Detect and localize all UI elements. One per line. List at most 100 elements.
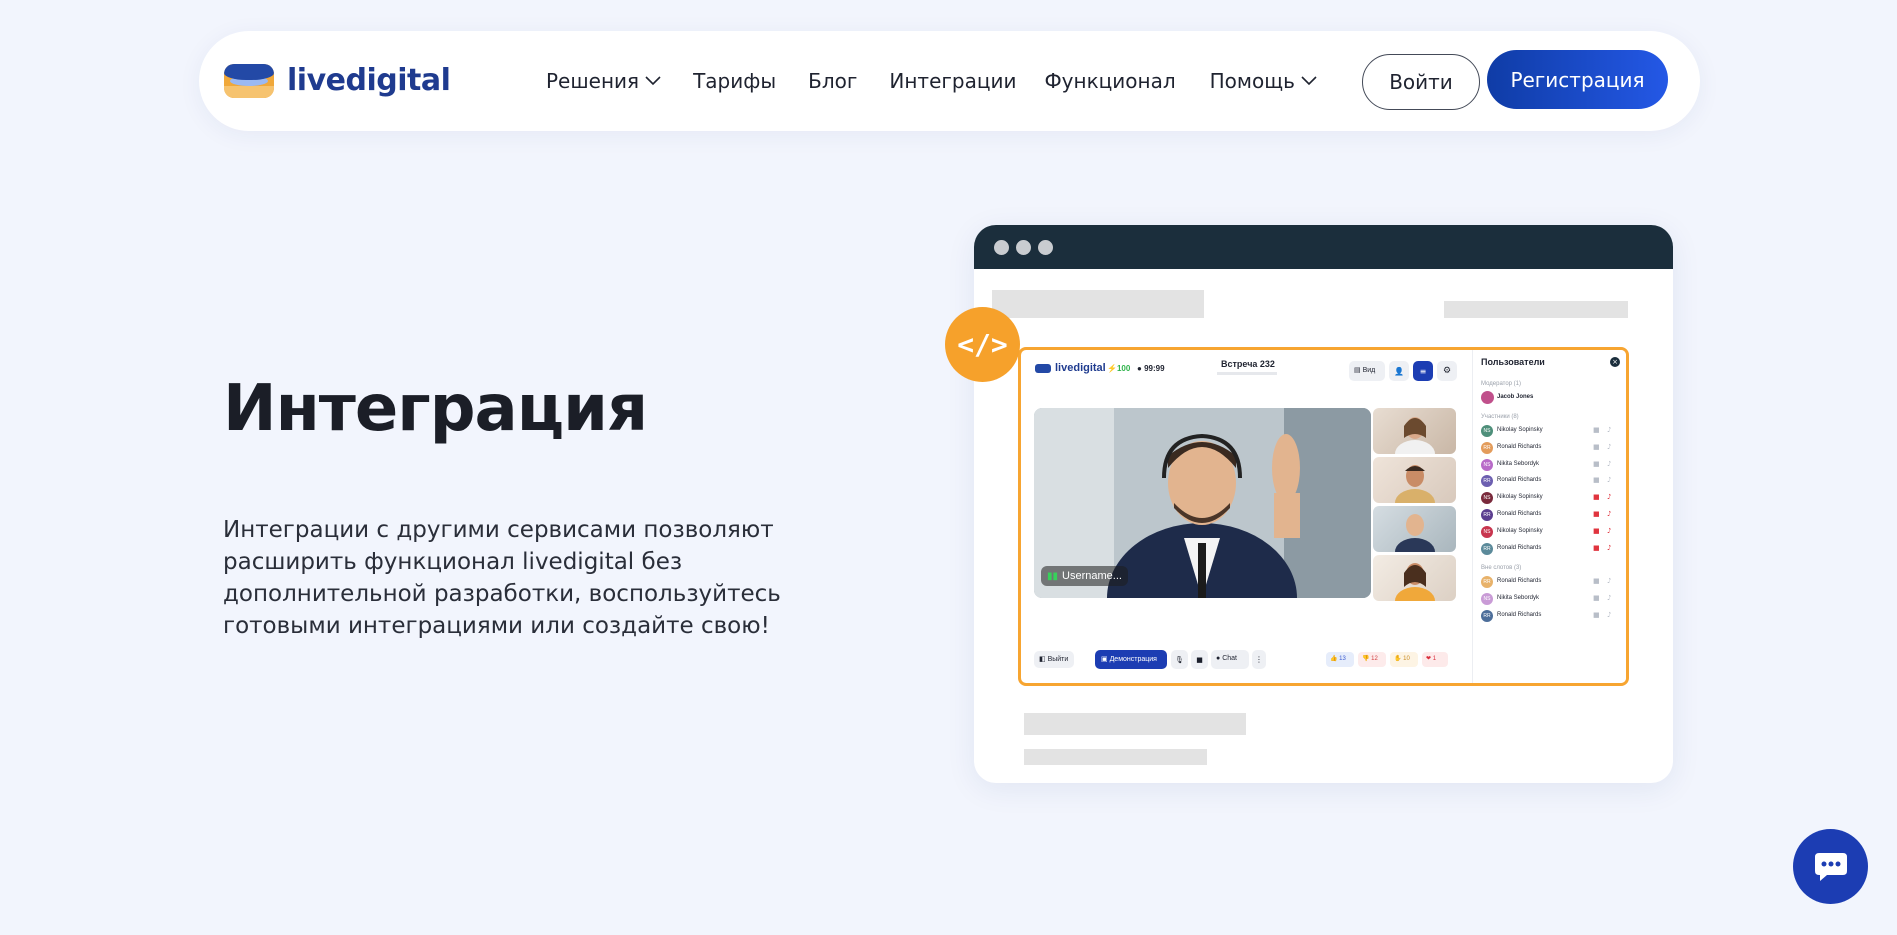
microphone-icon[interactable]: ♪ [1607, 476, 1611, 484]
participant-name: Ronald Richards [1497, 544, 1542, 551]
nav-item-solutions[interactable]: Решения [546, 69, 661, 93]
camera-icon[interactable]: ■ [1593, 594, 1600, 602]
meeting-title: Встреча 232 [1221, 359, 1275, 369]
reaction-count: 13 [1339, 656, 1346, 662]
screen-share-button[interactable]: ▣ Демонстрация [1095, 650, 1167, 669]
main-video-tile[interactable]: ▮▮ Username... [1034, 408, 1371, 598]
nav-item-help[interactable]: Помощь [1210, 69, 1317, 93]
chat-widget-button[interactable] [1793, 829, 1868, 904]
microphone-icon[interactable]: ♪ [1607, 527, 1611, 535]
nav-item-label: Помощь [1209, 69, 1295, 93]
camera-icon[interactable]: ■ [1593, 611, 1600, 619]
chat-button[interactable]: ● Chat [1211, 650, 1249, 669]
avatar: RR [1481, 509, 1493, 521]
participant-row[interactable]: NS Nikolay Sopinsky ■ ♪ [1473, 425, 1626, 439]
participant-video-tile[interactable] [1373, 555, 1456, 601]
participant-row[interactable]: NS Nikolay Sopinsky ■ ♪ [1473, 492, 1626, 506]
avatar: NS [1481, 425, 1493, 437]
participant-name: Ronald Richards [1497, 611, 1542, 618]
camera-icon[interactable]: ■ [1191, 650, 1208, 669]
moderator-section-label: Модератор (1) [1481, 381, 1522, 387]
participant-name: Ronald Richards [1497, 511, 1542, 517]
reaction-heart[interactable]: ❤ 1 [1422, 652, 1448, 667]
camera-icon[interactable]: ■ [1593, 527, 1600, 535]
microphone-icon[interactable]: ♪ [1607, 544, 1611, 552]
nav-item-label: Интеграции [889, 69, 1017, 93]
exit-label: Выйти [1047, 656, 1069, 663]
reaction-like[interactable]: 👍 13 [1326, 652, 1354, 667]
more-icon[interactable]: ⋮ [1252, 650, 1266, 669]
microphone-icon[interactable]: 🎙 [1171, 650, 1188, 669]
avatar: NS [1481, 592, 1493, 605]
participant-row[interactable]: RR Ronald Richards ■ ♪ [1473, 441, 1626, 456]
layers-icon[interactable]: ≡ [1413, 361, 1433, 381]
participant-image [1395, 514, 1435, 552]
register-button[interactable]: Регистрация [1487, 50, 1668, 109]
camera-icon[interactable]: ■ [1593, 460, 1600, 468]
avatar: RR [1481, 609, 1493, 622]
participant-row[interactable]: RR Ronald Richards ■ ♪ [1473, 609, 1626, 624]
participant-row[interactable]: RR Ronald Richards ■ ♪ [1473, 509, 1626, 523]
participant-name: Nikolay Sopinsky [1497, 494, 1543, 501]
exit-button[interactable]: ◧ Выйти [1034, 651, 1074, 668]
window-dot-icon [1038, 240, 1053, 255]
camera-icon[interactable]: ■ [1593, 426, 1600, 434]
participant-row[interactable]: RR Ronald Richards ■ ♪ [1473, 576, 1626, 590]
participant-name: Nikolay Sopinsky [1497, 527, 1543, 534]
add-user-icon[interactable]: 👤 [1389, 361, 1409, 381]
camera-icon[interactable]: ■ [1593, 443, 1600, 451]
score-badge: ⚡100 [1107, 364, 1131, 373]
nav-item-label: Тарифы [693, 69, 777, 93]
participant-row[interactable]: RR Ronald Richards ■ ♪ [1473, 542, 1626, 557]
participant-image [1395, 563, 1435, 601]
participant-row[interactable]: NS Nikita Sebordyk ■ ♪ [1473, 458, 1626, 473]
participant-row[interactable]: NS Nikita Sebordyk ■ ♪ [1473, 592, 1626, 607]
window-dot-icon [1016, 240, 1031, 255]
participant-row[interactable]: RR Ronald Richards ■ ♪ [1473, 475, 1626, 489]
nav-item-integrations[interactable]: Интеграции [889, 69, 1016, 93]
nav-item-label: Функционал [1044, 69, 1176, 93]
microphone-icon[interactable]: ♪ [1607, 510, 1611, 518]
app-brand: livedigital [1055, 362, 1106, 374]
camera-icon[interactable]: ■ [1593, 544, 1600, 552]
timer: ● 99:99 [1137, 364, 1165, 373]
participant-name: Nikita Sebordyk [1497, 594, 1540, 601]
audio-level-icon: ▮▮ [1047, 570, 1059, 582]
participant-video-tile[interactable] [1373, 457, 1456, 503]
participant-row[interactable]: NS Nikolay Sopinsky ■ ♪ [1473, 525, 1626, 540]
participant-name: Ronald Richards [1497, 443, 1542, 450]
camera-icon[interactable]: ■ [1593, 577, 1600, 585]
microphone-icon[interactable]: ♪ [1607, 594, 1611, 602]
camera-icon[interactable]: ■ [1593, 510, 1600, 518]
microphone-icon[interactable]: ♪ [1607, 493, 1611, 501]
close-icon[interactable]: × [1610, 357, 1620, 367]
reaction-clap[interactable]: ✋ 10 [1390, 652, 1418, 667]
gear-icon[interactable]: ⚙ [1437, 361, 1457, 381]
microphone-icon[interactable]: ♪ [1607, 611, 1611, 619]
login-button[interactable]: Войти [1362, 54, 1480, 110]
meeting-subtitle-placeholder [1217, 372, 1277, 375]
page-title: Интеграция [223, 372, 648, 446]
reaction-dislike[interactable]: 👎 12 [1358, 652, 1386, 667]
nav-item-pricing[interactable]: Тарифы [693, 69, 776, 93]
participant-image [1395, 417, 1435, 454]
microphone-icon[interactable]: ♪ [1607, 577, 1611, 585]
microphone-icon[interactable]: ♪ [1607, 443, 1611, 451]
microphone-icon[interactable]: ♪ [1607, 460, 1611, 468]
participant-video-tile[interactable] [1373, 506, 1456, 552]
placeholder-bar [1024, 749, 1207, 765]
microphone-icon[interactable]: ♪ [1607, 426, 1611, 434]
participant-name: Ronald Richards [1497, 477, 1542, 484]
nav-item-label: Блог [808, 69, 858, 93]
reaction-count: 10 [1403, 656, 1410, 662]
users-panel: Пользователи × Модератор (1) Jacob Jones… [1472, 350, 1626, 683]
nav-item-blog[interactable]: Блог [808, 69, 857, 93]
camera-icon[interactable]: ■ [1593, 493, 1600, 501]
participant-video-tile[interactable] [1373, 408, 1456, 454]
camera-icon[interactable]: ■ [1593, 476, 1600, 484]
brand-logo[interactable]: livedigital [224, 63, 451, 98]
nav-item-label: Решения [546, 69, 640, 93]
view-button[interactable]: ▤ Вид [1349, 361, 1385, 381]
avatar: NS [1481, 525, 1493, 538]
nav-item-features[interactable]: Функционал [1044, 69, 1175, 93]
